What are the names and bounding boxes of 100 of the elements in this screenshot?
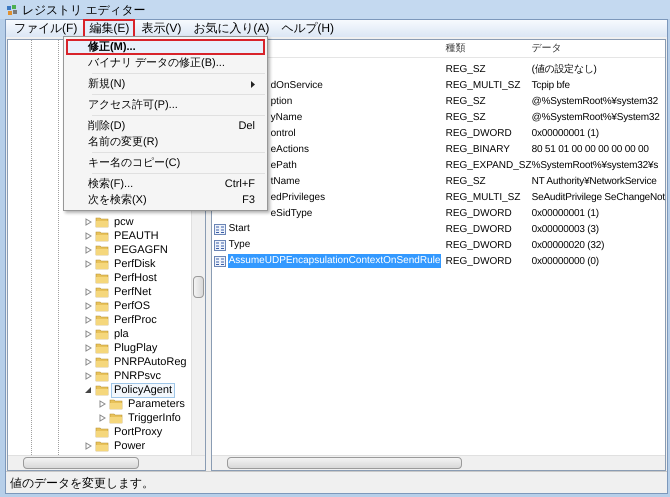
value-name[interactable]: Start [228,222,251,236]
value-data: SeAuditPrivilege SeChangeNot [530,190,665,204]
tree-item[interactable]: PEGAGFN [111,242,171,258]
folder-icon [109,412,123,424]
value-type: REG_DWORD [444,206,513,220]
tree-item[interactable]: PerfNet [111,284,154,300]
value-data: Tcpip bfe [530,78,571,92]
value-type: REG_SZ [444,174,487,188]
menu-item[interactable]: キー名のコピー(C) [66,155,265,171]
value-name[interactable]: tName [270,174,300,188]
column-header[interactable]: データ [530,41,665,56]
tree-item[interactable]: PNRPsvc [111,368,164,384]
menu-item[interactable]: 削除(D) Del [66,118,265,134]
menu-item[interactable]: ファイル(F) [8,19,84,38]
value-type: REG_DWORD [444,254,513,268]
value-type: REG_BINARY [444,142,511,156]
value-name[interactable]: eSidType [270,206,312,220]
folder-icon [95,426,109,438]
menu-item[interactable]: 検索(F)... Ctrl+F [66,176,265,192]
value-type: REG_DWORD [444,126,513,140]
tree-item[interactable]: PlugPlay [111,340,160,356]
value-data: 0x00000003 (3) [530,222,600,236]
submenu-arrow-icon [251,80,255,88]
folder-icon [95,216,109,228]
value-data: 0x00000001 (1) [530,126,600,140]
folder-icon [95,384,109,396]
collapse-icon[interactable] [85,386,92,394]
binary-value-icon [214,224,226,234]
binary-value-icon [214,256,226,266]
tree-item[interactable]: PerfHost [111,270,160,286]
tree-item[interactable]: PerfDisk [111,256,159,272]
folder-icon [109,398,123,410]
scroll-thumb[interactable] [226,457,462,469]
value-type: REG_MULTI_SZ [444,78,522,92]
menu-item[interactable]: 修正(M)... [66,39,265,55]
status-text: 値のデータを変更します。 [10,474,154,492]
tree-item[interactable]: PortProxy [111,424,166,440]
folder-icon [95,314,109,326]
folder-icon [95,328,109,340]
folder-icon [95,286,109,298]
value-type: REG_SZ [444,110,487,124]
menu-item[interactable]: 次を検索(X) F3 [66,192,265,208]
tree-item[interactable]: PEAUTH [111,228,162,244]
value-name[interactable]: ePath [270,158,297,172]
horizontal-scrollbar[interactable] [212,455,665,470]
tree-item[interactable]: PerfProc [111,312,160,328]
folder-icon [95,440,109,452]
folder-icon [95,342,109,354]
folder-icon [95,356,109,368]
folder-icon [95,258,109,270]
value-data: 0x00000000 (0) [530,254,600,268]
menu-item[interactable]: 新規(N) [66,76,265,92]
value-type: REG_SZ [444,62,487,76]
value-data: NT Authority¥NetworkService [530,174,658,188]
horizontal-scrollbar[interactable] [8,455,205,470]
value-data: (値の設定なし) [530,62,598,76]
scroll-thumb[interactable] [192,276,204,298]
tree-item[interactable]: PNRPAutoReg [111,354,190,370]
value-name[interactable]: ption [270,94,292,108]
folder-icon [95,370,109,382]
value-data: 0x00000020 (32) [530,238,606,252]
value-name[interactable]: yName [270,110,302,124]
value-name[interactable]: edPrivileges [270,190,326,204]
tree-item[interactable]: Power [111,438,148,454]
value-name[interactable]: ontrol [270,126,296,140]
folder-icon [95,272,109,284]
value-name[interactable]: Type [228,238,252,252]
registry-icon [6,4,18,16]
scroll-thumb[interactable] [23,457,139,469]
column-header[interactable]: 種類 [444,41,530,56]
value-type: REG_DWORD [444,238,513,252]
tree-item[interactable]: PolicyAgent [111,382,176,398]
value-data: @%SystemRoot%¥system32 [530,94,659,108]
value-name[interactable]: eActions [270,142,309,156]
window-title: レジストリ エディター [22,2,146,18]
menu-item[interactable]: 表示(V) [135,19,188,38]
value-data: 0x00000001 (1) [530,206,600,220]
value-data: %SystemRoot%¥system32¥s [532,158,660,172]
value-type: REG_MULTI_SZ [444,190,522,204]
value-name[interactable]: dOnService [270,78,323,92]
tree-item[interactable]: pcw [111,214,137,230]
tree-item[interactable]: PerfOS [111,298,154,314]
value-type: REG_DWORD [444,222,513,236]
value-data: 80 51 01 00 00 00 00 00 00 [530,142,650,156]
menu-item[interactable]: 名前の変更(R) [66,134,265,150]
binary-value-icon [214,240,226,250]
folder-icon [95,230,109,242]
tree-item[interactable]: TriggerInfo [125,410,184,426]
folder-icon [95,300,109,312]
menu-item[interactable]: ヘルプ(H) [275,19,340,38]
folder-icon [95,244,109,256]
value-type: REG_SZ [444,94,487,108]
value-data: @%SystemRoot%¥System32 [530,110,661,124]
menu-item[interactable]: アクセス許可(P)... [66,97,265,113]
menu-item[interactable]: お気に入り(A) [187,19,276,38]
menu-item[interactable]: バイナリ データの修正(B)... [66,55,265,71]
value-type: REG_EXPAND_SZ [444,158,530,172]
tree-item[interactable]: Parameters [125,396,188,412]
expand-icon[interactable] [85,442,92,450]
tree-item[interactable]: pla [111,326,132,342]
